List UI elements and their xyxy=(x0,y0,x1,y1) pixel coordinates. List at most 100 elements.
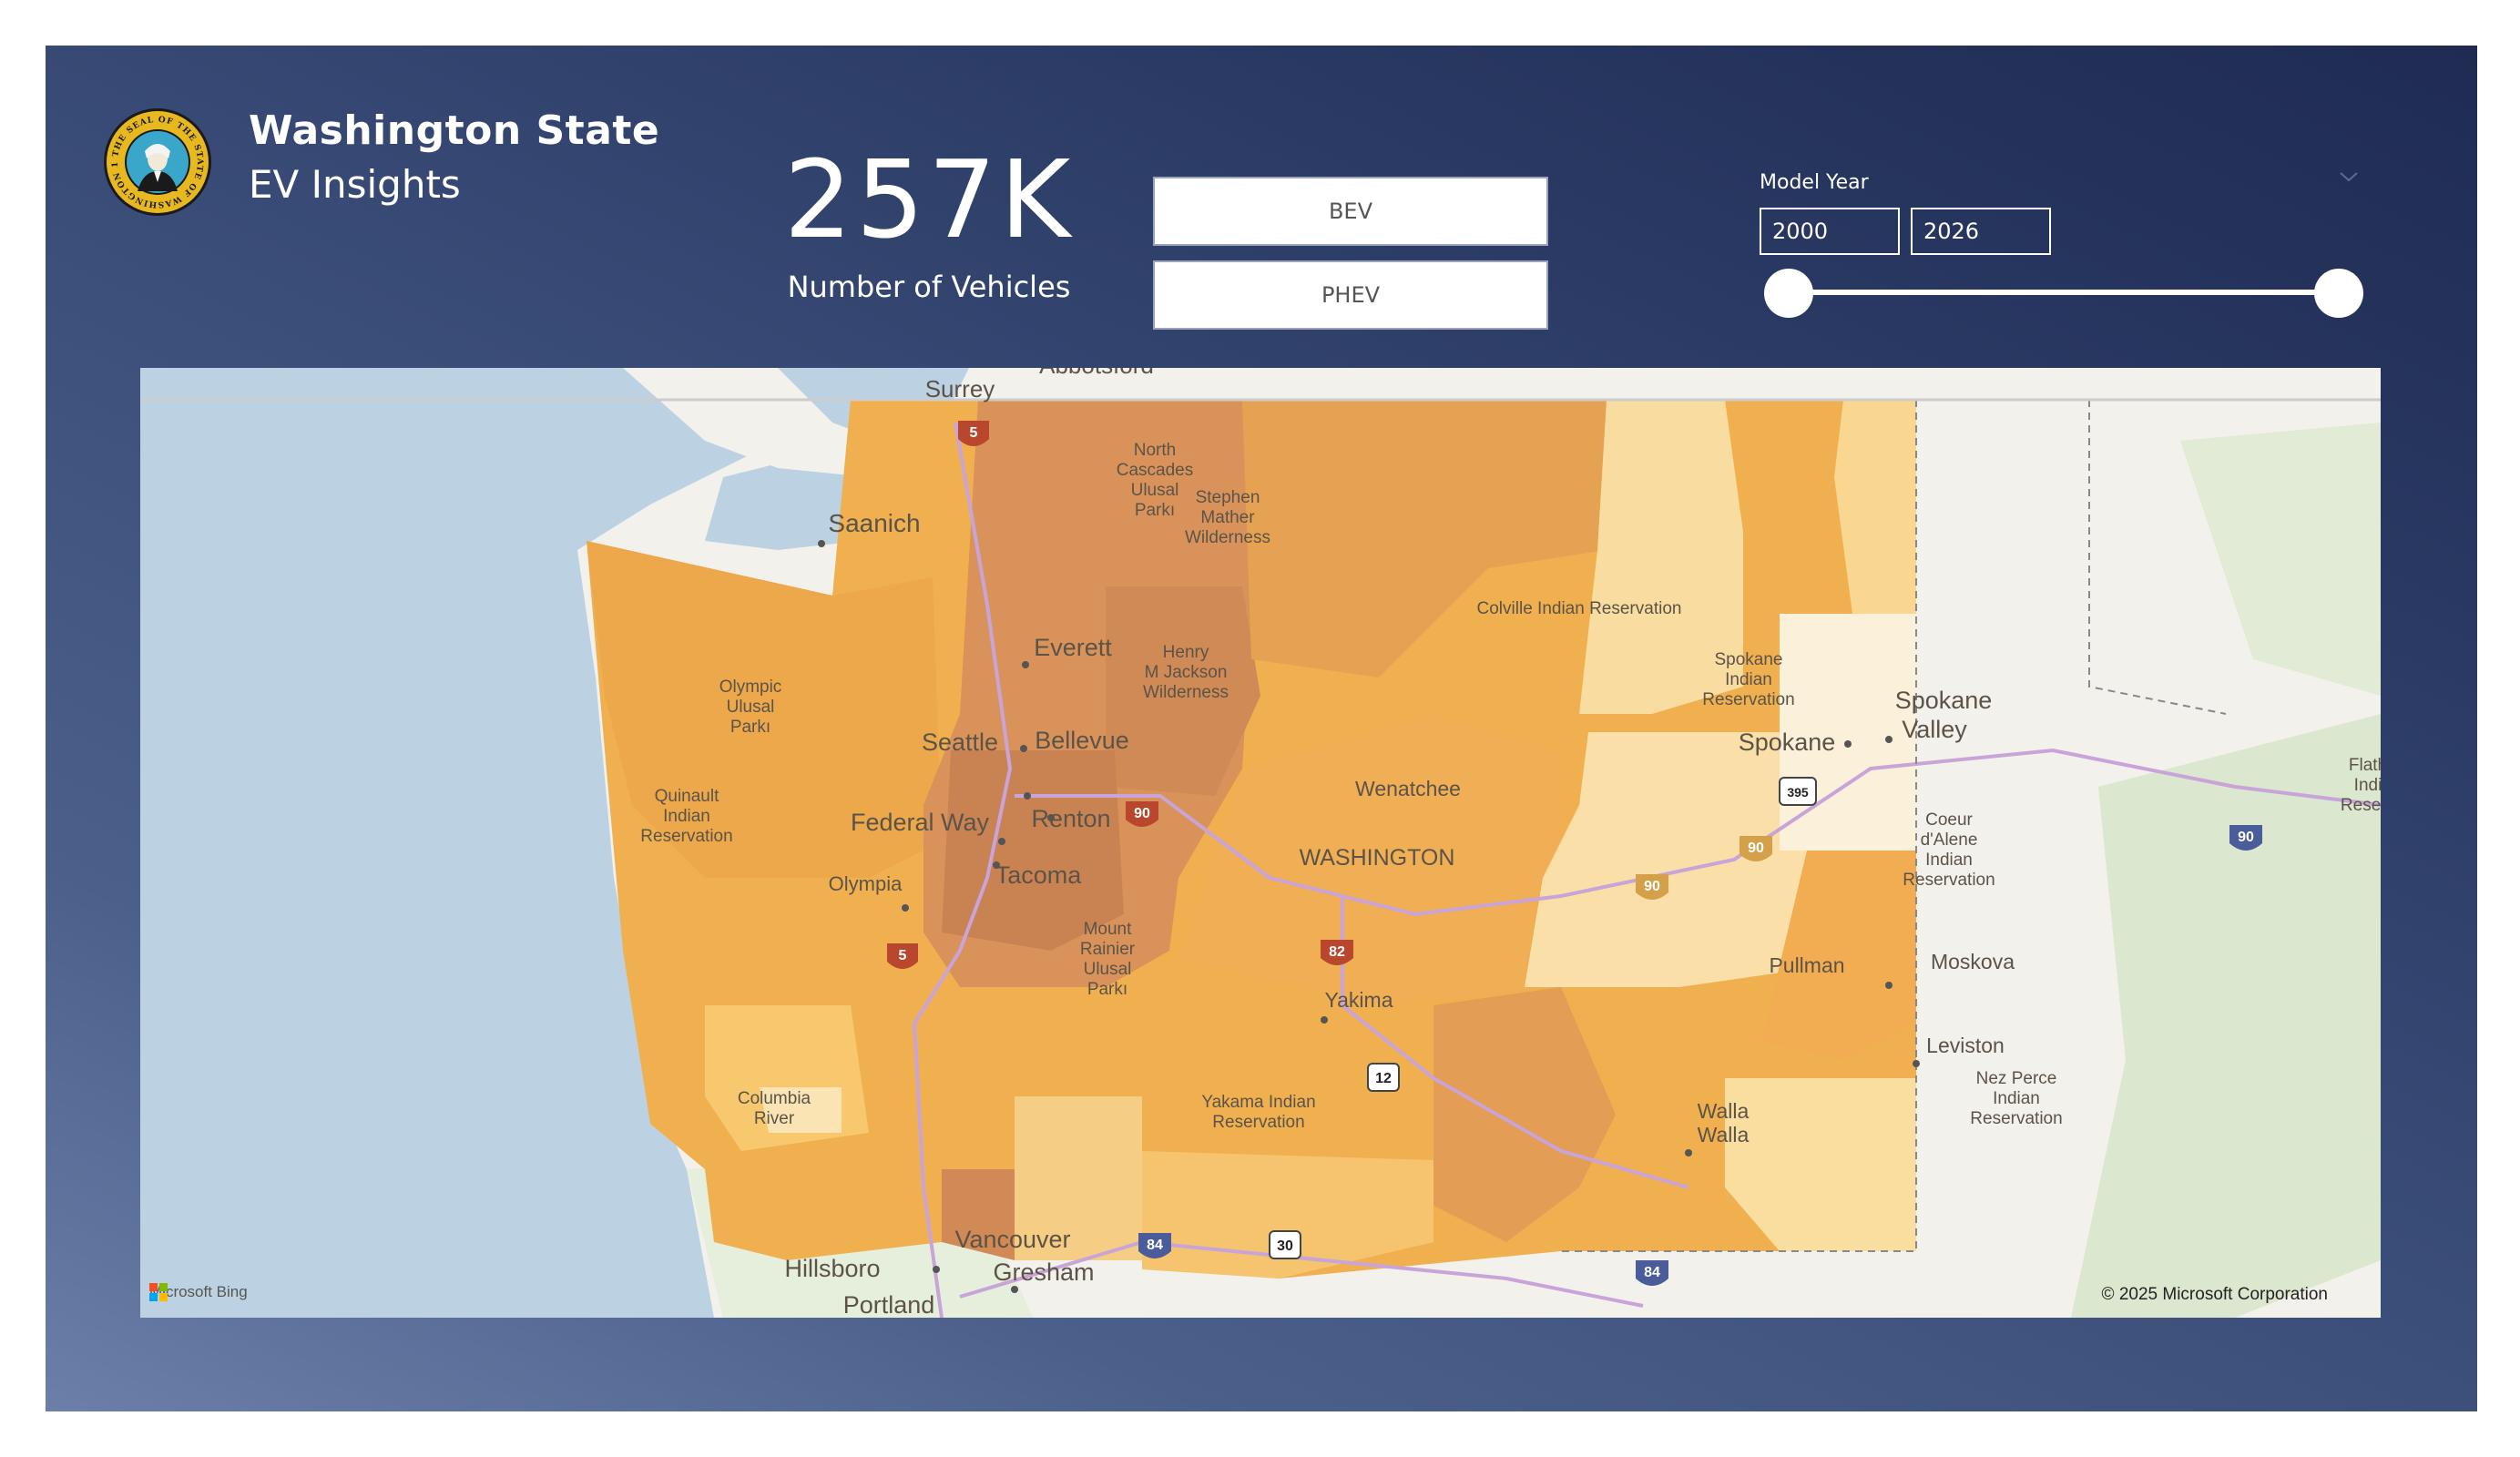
phev-filter-button[interactable]: PHEV xyxy=(1153,260,1548,330)
label-north-cascades-2: Cascades xyxy=(1117,461,1194,480)
svg-text:90: 90 xyxy=(2238,830,2254,845)
label-olympia: Olympia xyxy=(829,872,903,895)
label-renton: Renton xyxy=(1031,805,1110,832)
svg-text:90: 90 xyxy=(1644,879,1660,894)
i84-west-shield: 84 xyxy=(1138,1233,1171,1258)
label-nez-perce-1: Nez Perce xyxy=(1976,1069,2057,1088)
vehicle-count-label: Number of Vehicles xyxy=(787,270,1071,304)
map-copyright: © 2025 Microsoft Corporation xyxy=(2101,1285,2328,1304)
label-olympic-2: Ulusal xyxy=(727,698,775,717)
label-wenatchee: Wenatchee xyxy=(1355,777,1461,800)
model-year-end-input[interactable] xyxy=(1911,208,2051,255)
svg-text:84: 84 xyxy=(1644,1265,1660,1280)
microsoft-bing-logo: Microsoft Bing xyxy=(149,1283,248,1301)
label-tacoma: Tacoma xyxy=(995,861,1083,889)
label-spokane-valley-2: Valley xyxy=(1902,716,1967,743)
label-quinault-2: Indian xyxy=(663,807,710,826)
label-north-cascades-4: Parkı xyxy=(1135,501,1175,520)
brand-title: Washington State xyxy=(249,107,660,154)
label-moskova: Moskova xyxy=(1931,950,2015,973)
model-year-title: Model Year xyxy=(1760,171,1869,194)
i90-mid-shield: 90 xyxy=(1636,874,1668,900)
label-spokane-res-2: Indian xyxy=(1725,670,1772,689)
model-year-slider-end-handle[interactable] xyxy=(2314,269,2363,318)
us395-shield: 395 xyxy=(1779,777,1817,806)
label-north-cascades-1: North xyxy=(1134,441,1176,460)
brand-subtitle: EV Insights xyxy=(249,162,461,207)
label-walla-1: Walla xyxy=(1698,1099,1750,1123)
svg-text:5: 5 xyxy=(970,425,978,441)
label-bellevue: Bellevue xyxy=(1035,727,1129,754)
label-flathead-1: Flath xyxy=(2349,756,2381,775)
label-olympic-3: Parkı xyxy=(730,718,770,737)
label-henry-jackson-2: M Jackson xyxy=(1145,663,1228,682)
label-yakima: Yakima xyxy=(1325,988,1393,1012)
i5-south-shield: 5 xyxy=(887,943,918,969)
label-colville: Colville Indian Reservation xyxy=(1477,599,1682,618)
bev-filter-button[interactable]: BEV xyxy=(1153,177,1548,246)
label-columbia-1: Columbia xyxy=(738,1089,811,1108)
label-stephen-mather-3: Wilderness xyxy=(1185,528,1270,547)
label-seattle: Seattle xyxy=(922,728,998,756)
label-pullman: Pullman xyxy=(1769,953,1844,977)
label-quinault-3: Reservation xyxy=(640,827,732,846)
label-gresham: Gresham xyxy=(993,1258,1094,1286)
label-federal-way: Federal Way xyxy=(851,809,990,836)
microsoft-logo-icon xyxy=(149,1283,168,1301)
label-spokane-res-1: Spokane xyxy=(1714,650,1782,669)
svg-text:82: 82 xyxy=(1329,944,1345,960)
label-surrey: Surrey xyxy=(925,375,995,402)
ev-choropleth-map[interactable]: 5 5 90 82 90 90 90 12 395 84 30 84 Surre… xyxy=(140,368,2381,1318)
label-coeur-4: Reservation xyxy=(1903,871,1995,890)
label-quinault-1: Quinault xyxy=(655,787,719,806)
label-walla-2: Walla xyxy=(1698,1123,1750,1146)
label-mount-rainier-1: Mount xyxy=(1084,920,1133,939)
i90-east-shield: 90 xyxy=(1740,836,1772,861)
label-olympic-1: Olympic xyxy=(719,678,782,697)
label-hillsboro: Hillsboro xyxy=(784,1255,880,1282)
label-abbotsford: Abbotsford xyxy=(1039,368,1154,379)
us12-shield: 12 xyxy=(1367,1063,1400,1092)
label-stephen-mather-2: Mather xyxy=(1200,508,1255,527)
map-canvas: 5 5 90 82 90 90 90 12 395 84 30 84 Surre… xyxy=(140,368,2381,1318)
i90-far-shield: 90 xyxy=(2229,825,2262,851)
label-spokane-res-3: Reservation xyxy=(1702,690,1794,709)
label-coeur-3: Indian xyxy=(1925,851,1973,870)
svg-text:30: 30 xyxy=(1277,1238,1293,1254)
i5-north-shield: 5 xyxy=(958,421,989,446)
label-washington: WASHINGTON xyxy=(1300,845,1455,871)
label-flathead-2: Indi xyxy=(2354,776,2381,795)
label-henry-jackson-1: Henry xyxy=(1163,643,1209,662)
label-everett: Everett xyxy=(1034,634,1112,661)
label-nez-perce-2: Indian xyxy=(1993,1089,2040,1108)
us30-shield: 30 xyxy=(1269,1230,1301,1259)
svg-text:90: 90 xyxy=(1748,841,1764,856)
label-coeur-2: d'Alene xyxy=(1921,830,1978,850)
model-year-start-input[interactable] xyxy=(1760,208,1900,255)
label-yakama-2: Reservation xyxy=(1212,1113,1304,1132)
svg-text:90: 90 xyxy=(1134,806,1150,821)
label-yakama-1: Yakama Indian xyxy=(1201,1093,1315,1112)
model-year-slider-start-handle[interactable] xyxy=(1764,269,1813,318)
label-saanich: Saanich xyxy=(828,509,920,537)
label-mount-rainier-3: Ulusal xyxy=(1084,960,1132,979)
label-coeur-1: Coeur xyxy=(1925,810,1973,830)
chevron-down-icon[interactable] xyxy=(2337,168,2361,186)
label-north-cascades-3: Ulusal xyxy=(1131,481,1179,500)
i90-west-shield: 90 xyxy=(1126,801,1158,827)
label-spokane-valley-1: Spokane xyxy=(1895,687,1993,714)
label-leviston: Leviston xyxy=(1926,1034,2005,1057)
svg-text:84: 84 xyxy=(1147,1238,1163,1253)
svg-text:12: 12 xyxy=(1375,1071,1392,1086)
vehicle-count-value: 257K xyxy=(783,137,1075,262)
label-flathead-3: Reserv xyxy=(2341,796,2381,815)
label-nez-perce-3: Reservation xyxy=(1970,1109,2062,1128)
label-mount-rainier-2: Rainier xyxy=(1080,940,1136,959)
label-henry-jackson-3: Wilderness xyxy=(1143,683,1229,702)
label-spokane: Spokane xyxy=(1739,728,1836,756)
label-mount-rainier-4: Parkı xyxy=(1087,980,1127,999)
label-portland: Portland xyxy=(843,1291,935,1318)
model-year-slider-track[interactable] xyxy=(1789,290,2339,295)
svg-text:5: 5 xyxy=(899,948,907,963)
label-vancouver: Vancouver xyxy=(954,1226,1070,1253)
